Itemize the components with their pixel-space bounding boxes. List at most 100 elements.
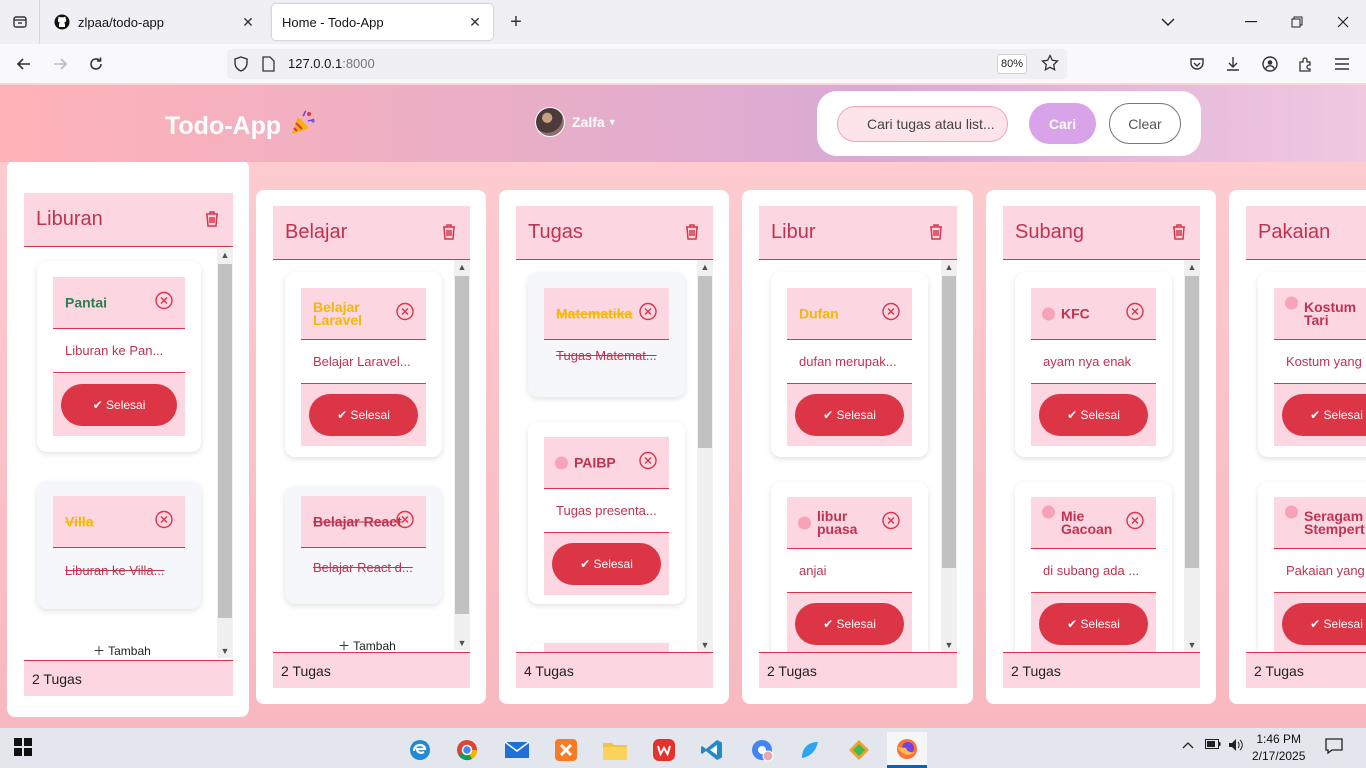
chrome-profile-icon[interactable] bbox=[742, 732, 782, 768]
list-scrollbar[interactable]: ▲ ▼ bbox=[217, 248, 233, 658]
chrome-icon[interactable] bbox=[447, 732, 487, 768]
url-host: 127.0.0.1 bbox=[288, 56, 343, 71]
list-scrollbar[interactable]: ▲ ▼ bbox=[941, 260, 957, 652]
scroll-thumb[interactable] bbox=[218, 264, 232, 618]
user-menu[interactable]: Zalfa ▼ bbox=[535, 107, 617, 137]
back-arrow-icon[interactable] bbox=[8, 48, 40, 80]
xampp-icon[interactable] bbox=[546, 732, 586, 768]
done-button[interactable]: ✔ Selesai bbox=[795, 603, 904, 645]
scroll-down-icon[interactable]: ▼ bbox=[454, 636, 470, 650]
page-icon bbox=[261, 56, 275, 77]
remove-circle-icon[interactable] bbox=[639, 302, 657, 325]
pocket-icon[interactable] bbox=[1181, 48, 1213, 80]
edge-icon[interactable] bbox=[400, 732, 440, 768]
remove-circle-icon[interactable] bbox=[882, 302, 900, 325]
extensions-icon[interactable] bbox=[1290, 48, 1322, 80]
remove-circle-icon[interactable] bbox=[155, 291, 173, 314]
scroll-down-icon[interactable]: ▼ bbox=[941, 638, 957, 652]
task-header: Pantai bbox=[53, 277, 185, 329]
scroll-up-icon[interactable]: ▲ bbox=[697, 260, 713, 274]
download-icon[interactable] bbox=[1217, 48, 1249, 80]
remove-circle-icon[interactable] bbox=[639, 451, 657, 474]
scroll-thumb[interactable] bbox=[698, 276, 712, 448]
trash-icon[interactable] bbox=[685, 224, 699, 245]
close-window-icon[interactable] bbox=[1320, 0, 1366, 44]
task-title: Pantai bbox=[65, 294, 108, 310]
url-bar[interactable]: 127.0.0.1:8000 80% bbox=[227, 49, 1067, 79]
done-button[interactable]: ✔ Selesai bbox=[1282, 394, 1366, 436]
new-tab-icon[interactable]: + bbox=[502, 8, 530, 36]
done-button[interactable]: ✔ Selesai bbox=[1282, 603, 1366, 645]
trash-icon[interactable] bbox=[929, 224, 943, 245]
close-tab-icon[interactable]: ✕ bbox=[467, 14, 483, 30]
battery-icon[interactable] bbox=[1205, 738, 1221, 752]
scroll-down-icon[interactable]: ▼ bbox=[697, 638, 713, 652]
remove-circle-icon[interactable] bbox=[396, 302, 414, 325]
forward-arrow-icon[interactable] bbox=[44, 48, 76, 80]
file-explorer-icon[interactable] bbox=[595, 732, 635, 768]
scroll-thumb[interactable] bbox=[942, 276, 956, 568]
restore-icon[interactable] bbox=[1274, 0, 1320, 44]
done-button[interactable]: ✔ Selesai bbox=[1039, 394, 1148, 436]
app-icon[interactable] bbox=[790, 732, 830, 768]
task-header: Villa bbox=[53, 496, 185, 548]
trash-icon[interactable] bbox=[442, 224, 456, 245]
search-button[interactable]: Cari bbox=[1029, 103, 1096, 144]
done-button[interactable]: ✔ Selesai bbox=[795, 394, 904, 436]
git-tool-icon[interactable] bbox=[839, 732, 879, 768]
windows-start-icon[interactable] bbox=[14, 738, 32, 761]
account-icon[interactable] bbox=[1254, 48, 1286, 80]
remove-circle-icon[interactable] bbox=[1126, 302, 1144, 325]
task-desc: di subang ada ... bbox=[1031, 549, 1156, 593]
firefox-icon[interactable] bbox=[887, 732, 927, 768]
menu-hamburger-icon[interactable] bbox=[1326, 48, 1358, 80]
scroll-up-icon[interactable]: ▲ bbox=[941, 260, 957, 274]
scroll-down-icon[interactable]: ▼ bbox=[1184, 638, 1200, 652]
remove-circle-icon[interactable] bbox=[1126, 511, 1144, 534]
clear-button[interactable]: Clear bbox=[1109, 103, 1181, 144]
tab-overflow-chevron-icon[interactable] bbox=[1145, 0, 1191, 44]
browser-tab-todo[interactable]: Home - Todo-App ✕ bbox=[272, 4, 493, 40]
zoom-level-badge[interactable]: 80% bbox=[997, 54, 1027, 74]
status-dot bbox=[555, 456, 568, 469]
mail-icon[interactable] bbox=[497, 732, 537, 768]
wps-office-icon[interactable] bbox=[644, 732, 684, 768]
bookmark-star-icon[interactable] bbox=[1041, 53, 1059, 77]
done-button[interactable]: ✔ Selesai bbox=[552, 543, 661, 585]
done-button[interactable]: ✔ Selesai bbox=[61, 384, 177, 426]
notification-icon[interactable] bbox=[1325, 738, 1343, 757]
scroll-thumb[interactable] bbox=[1185, 276, 1199, 568]
brand[interactable]: Todo-App bbox=[165, 109, 317, 144]
tray-chevron-up-icon[interactable] bbox=[1182, 738, 1194, 752]
list-scrollbar[interactable]: ▲ ▼ bbox=[697, 260, 713, 652]
remove-circle-icon[interactable] bbox=[882, 511, 900, 534]
search-input[interactable] bbox=[837, 106, 1008, 142]
scroll-up-icon[interactable]: ▲ bbox=[454, 260, 470, 274]
add-task-button[interactable]: ＋ Tambah bbox=[93, 642, 151, 659]
scroll-down-icon[interactable]: ▼ bbox=[217, 644, 233, 658]
task-count: 2 Tugas bbox=[767, 663, 817, 679]
minimize-icon[interactable] bbox=[1228, 0, 1274, 44]
shield-icon[interactable] bbox=[233, 56, 249, 77]
remove-circle-icon[interactable] bbox=[396, 510, 414, 533]
clock[interactable]: 1:46 PM 2/17/2025 bbox=[1252, 731, 1305, 765]
browser-tab-github[interactable]: zlpaa/todo-app ✕ bbox=[44, 4, 266, 40]
done-button[interactable]: ✔ Selesai bbox=[309, 394, 418, 436]
list-footer: 2 Tugas bbox=[1246, 652, 1366, 688]
vscode-icon[interactable] bbox=[692, 732, 732, 768]
reload-icon[interactable] bbox=[80, 48, 112, 80]
scroll-up-icon[interactable]: ▲ bbox=[1184, 260, 1200, 274]
tab-list-icon[interactable] bbox=[0, 0, 40, 44]
close-tab-icon[interactable]: ✕ bbox=[240, 14, 256, 30]
done-button[interactable]: ✔ Selesai bbox=[1039, 603, 1148, 645]
remove-circle-icon[interactable] bbox=[155, 510, 173, 533]
scroll-up-icon[interactable]: ▲ bbox=[217, 248, 233, 262]
status-dot bbox=[1285, 505, 1298, 519]
trash-icon[interactable] bbox=[1172, 224, 1186, 245]
task-footer: ✔ Selesai bbox=[1274, 384, 1366, 446]
list-scrollbar[interactable]: ▲ ▼ bbox=[1184, 260, 1200, 652]
volume-icon[interactable] bbox=[1228, 738, 1244, 755]
trash-icon[interactable] bbox=[205, 211, 219, 232]
scroll-thumb[interactable] bbox=[455, 276, 469, 614]
list-scrollbar[interactable]: ▲ ▼ bbox=[454, 260, 470, 650]
